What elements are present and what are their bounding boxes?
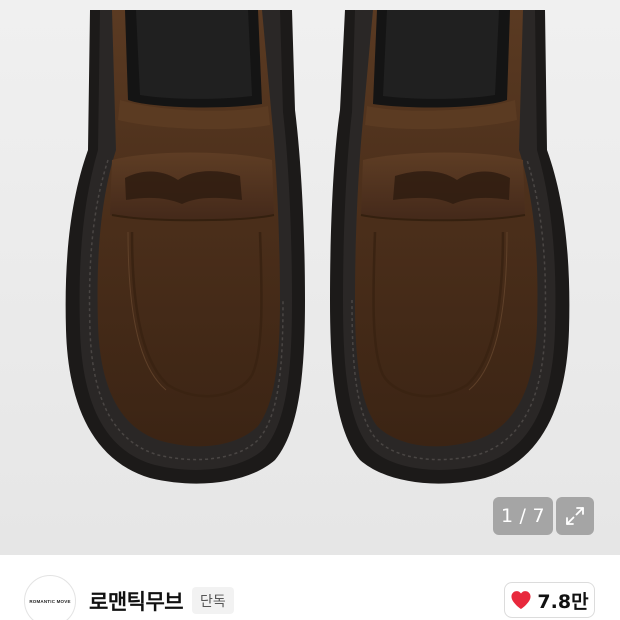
like-count: 7.8만 xyxy=(537,590,589,613)
exclusive-badge: 단독 xyxy=(192,587,234,614)
expand-image-button[interactable] xyxy=(556,497,594,535)
product-photo xyxy=(0,0,620,555)
image-counter-separator: / xyxy=(519,505,527,527)
product-image-gallery[interactable]: 1 / 7 xyxy=(0,0,620,555)
image-counter-total: 7 xyxy=(532,505,546,527)
image-counter: 1 / 7 xyxy=(493,497,553,535)
store-name[interactable]: 로맨틱무브 xyxy=(89,586,184,616)
heart-icon xyxy=(511,591,531,610)
store-logo-text: ROMANTIC MOVE xyxy=(29,598,71,604)
store-logo[interactable]: ROMANTIC MOVE xyxy=(24,575,76,620)
expand-arrows-icon xyxy=(566,507,584,525)
image-counter-current: 1 xyxy=(500,505,514,527)
like-button[interactable]: 7.8만 xyxy=(504,582,595,618)
